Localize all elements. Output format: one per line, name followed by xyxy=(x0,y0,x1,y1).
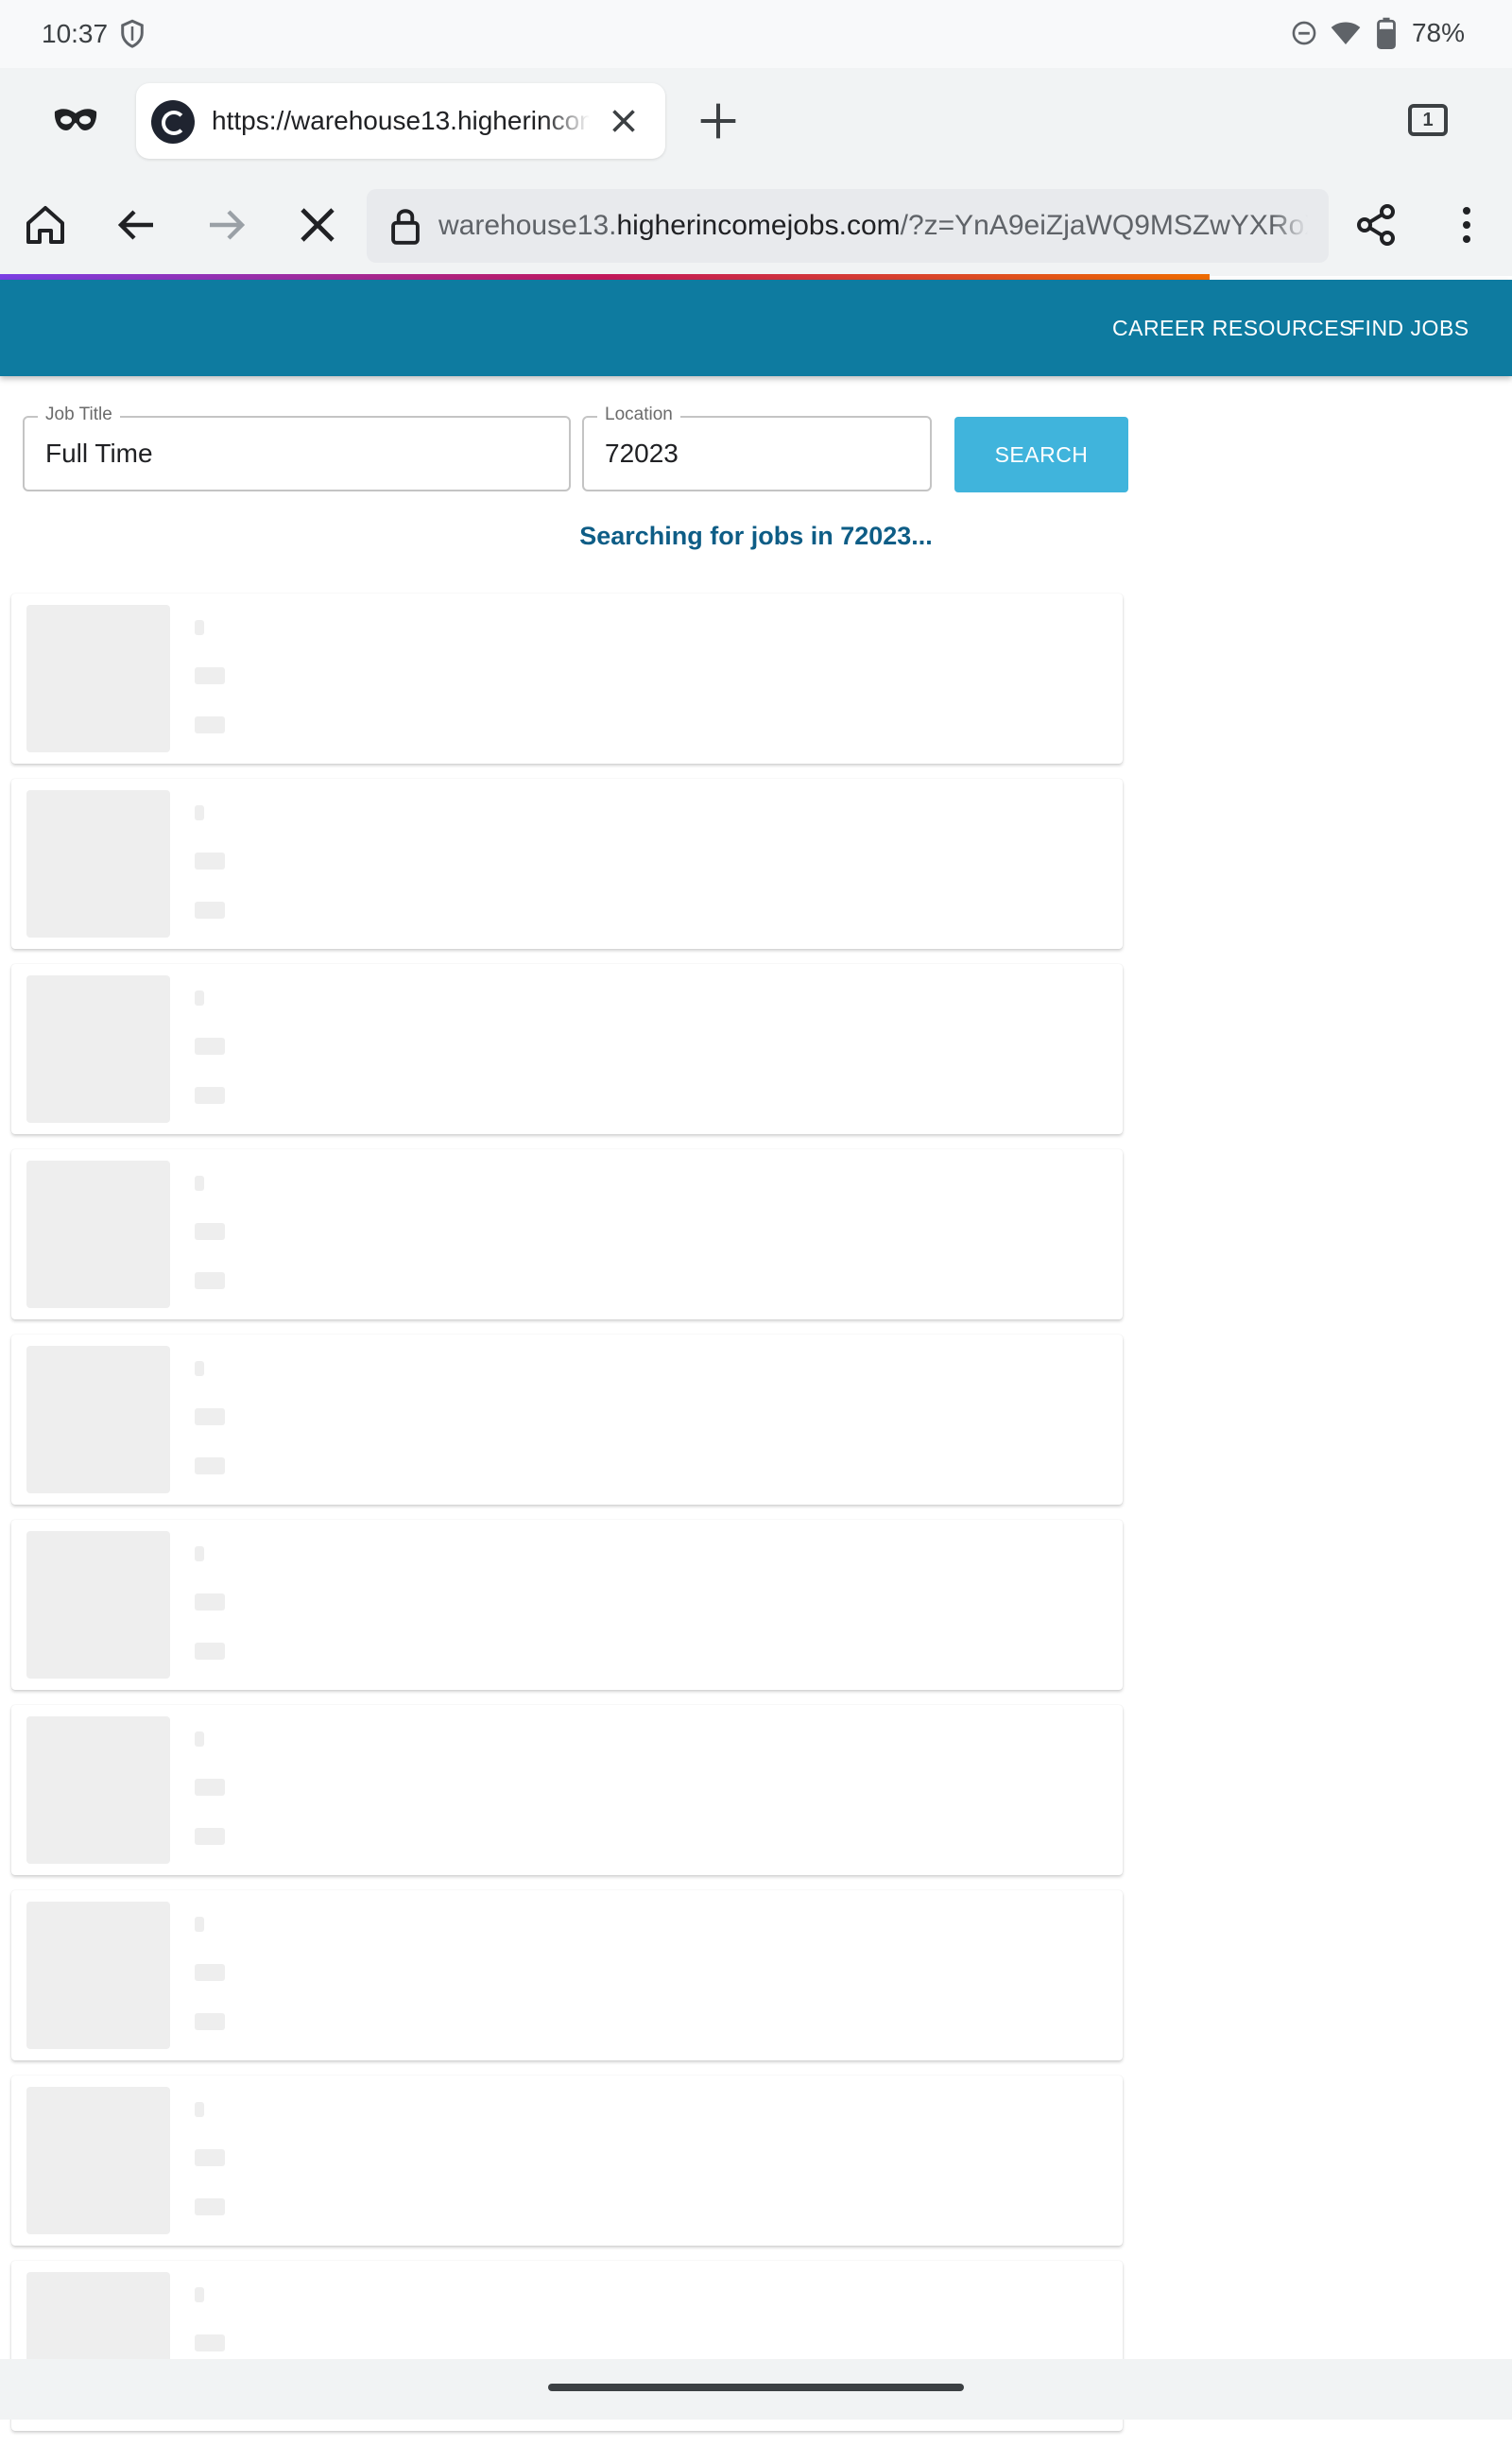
skeleton-line xyxy=(195,1223,225,1240)
dnd-icon xyxy=(1292,21,1316,45)
search-status-text: Searching for jobs in 72023... xyxy=(579,522,933,550)
skeleton-line xyxy=(195,1361,204,1376)
more-menu-icon[interactable] xyxy=(1444,202,1489,248)
skeleton-line xyxy=(195,1731,204,1747)
shield-icon xyxy=(121,19,144,48)
search-status-message: Searching for jobs in 72023... xyxy=(0,522,1512,551)
job-card-placeholder xyxy=(11,1149,1123,1319)
nav-career-resources[interactable]: CAREER RESOURCES xyxy=(1112,316,1354,341)
skeleton-line xyxy=(195,902,225,919)
skeleton-image xyxy=(26,975,170,1123)
tab-title: https://warehouse13.higherincomejobs.com… xyxy=(212,106,590,135)
skeleton-image xyxy=(26,790,170,938)
skeleton-line xyxy=(195,1964,225,1981)
status-bar: 10:37 78% xyxy=(0,0,1512,68)
address-bar[interactable]: warehouse13.higherincomejobs.com/?z=YnA9… xyxy=(367,189,1329,263)
skeleton-line xyxy=(195,1828,225,1845)
job-card-placeholder xyxy=(11,1705,1123,1875)
skeleton-line xyxy=(195,2198,225,2215)
job-title-field[interactable]: Job Title Full Time xyxy=(23,405,571,491)
active-tab[interactable]: https://warehouse13.higherincomejobs.com… xyxy=(136,83,665,159)
job-card-placeholder xyxy=(11,1890,1123,2060)
skeleton-image xyxy=(26,1531,170,1679)
skeleton-line xyxy=(195,805,204,820)
skeleton-line xyxy=(195,716,225,733)
close-tab-icon[interactable] xyxy=(607,104,641,138)
location-field[interactable]: Location 72023 xyxy=(582,405,932,491)
browser-toolbar: warehouse13.higherincomejobs.com/?z=YnA9… xyxy=(0,174,1512,276)
battery-icon xyxy=(1377,17,1396,49)
job-card-placeholder xyxy=(11,1520,1123,1690)
skeleton-image xyxy=(26,1902,170,2049)
job-results-list xyxy=(11,594,1123,2446)
forward-icon[interactable] xyxy=(204,202,249,248)
skeleton-line xyxy=(195,667,225,684)
stop-loading-icon[interactable] xyxy=(295,202,340,248)
skeleton-line xyxy=(195,2102,204,2117)
skeleton-image xyxy=(26,1716,170,1864)
skeleton-line xyxy=(195,1643,225,1660)
skeleton-line xyxy=(195,2013,225,2030)
lock-icon[interactable] xyxy=(389,206,421,246)
url-host: higherincomejobs.com xyxy=(616,210,901,241)
skeleton-line xyxy=(195,853,225,870)
skeleton-line xyxy=(195,1917,204,1932)
skeleton-image xyxy=(26,1161,170,1308)
status-time: 10:37 xyxy=(42,19,109,48)
job-card-placeholder xyxy=(11,1335,1123,1505)
nav-find-jobs[interactable]: FIND JOBS xyxy=(1351,316,1469,341)
skeleton-line xyxy=(195,1087,225,1104)
job-title-label: Job Title xyxy=(38,405,120,425)
home-gesture-handle[interactable] xyxy=(548,2384,964,2391)
new-tab-icon[interactable] xyxy=(697,100,739,142)
skeleton-line xyxy=(195,1546,204,1561)
skeleton-line xyxy=(195,1457,225,1474)
skeleton-image xyxy=(26,1346,170,1493)
home-icon[interactable] xyxy=(23,202,68,248)
skeleton-line xyxy=(195,620,204,635)
skeleton-line xyxy=(195,1593,225,1611)
battery-percent: 78% xyxy=(1411,18,1465,47)
job-card-placeholder xyxy=(11,779,1123,949)
location-label: Location xyxy=(597,405,680,425)
wifi-icon xyxy=(1331,22,1361,44)
tab-strip: https://warehouse13.higherincomejobs.com… xyxy=(0,68,1512,174)
job-card-placeholder xyxy=(11,2076,1123,2246)
back-icon[interactable] xyxy=(113,202,159,248)
tab-count-button[interactable]: 1 xyxy=(1408,104,1448,136)
location-input[interactable]: 72023 xyxy=(605,439,679,469)
status-icons: 78% xyxy=(1291,17,1465,49)
skeleton-line xyxy=(195,1408,225,1425)
gesture-bar xyxy=(0,2359,1512,2420)
job-card-placeholder xyxy=(11,594,1123,764)
incognito-icon[interactable] xyxy=(53,106,98,134)
url-path: /?z=YnA9eiZjaWQ9MSZwYXRoX3 xyxy=(900,210,1308,241)
skeleton-line xyxy=(195,1272,225,1289)
skeleton-line xyxy=(195,1176,204,1191)
job-card-placeholder xyxy=(11,964,1123,1134)
skeleton-line xyxy=(195,2334,225,2351)
skeleton-line xyxy=(195,990,204,1006)
skeleton-line xyxy=(195,1779,225,1796)
url-prefix: warehouse13. xyxy=(438,210,617,241)
url-text[interactable]: warehouse13.higherincomejobs.com/?z=YnA9… xyxy=(438,210,1308,242)
skeleton-image xyxy=(26,605,170,752)
site-favicon xyxy=(151,100,195,144)
skeleton-line xyxy=(195,2149,225,2166)
search-button[interactable]: SEARCH xyxy=(954,417,1128,492)
skeleton-line xyxy=(195,1038,225,1055)
share-icon[interactable] xyxy=(1353,202,1399,248)
skeleton-line xyxy=(195,2287,204,2302)
skeleton-image xyxy=(26,2087,170,2234)
site-navbar: CAREER RESOURCES FIND JOBS xyxy=(0,280,1512,376)
job-title-input[interactable]: Full Time xyxy=(45,439,153,469)
